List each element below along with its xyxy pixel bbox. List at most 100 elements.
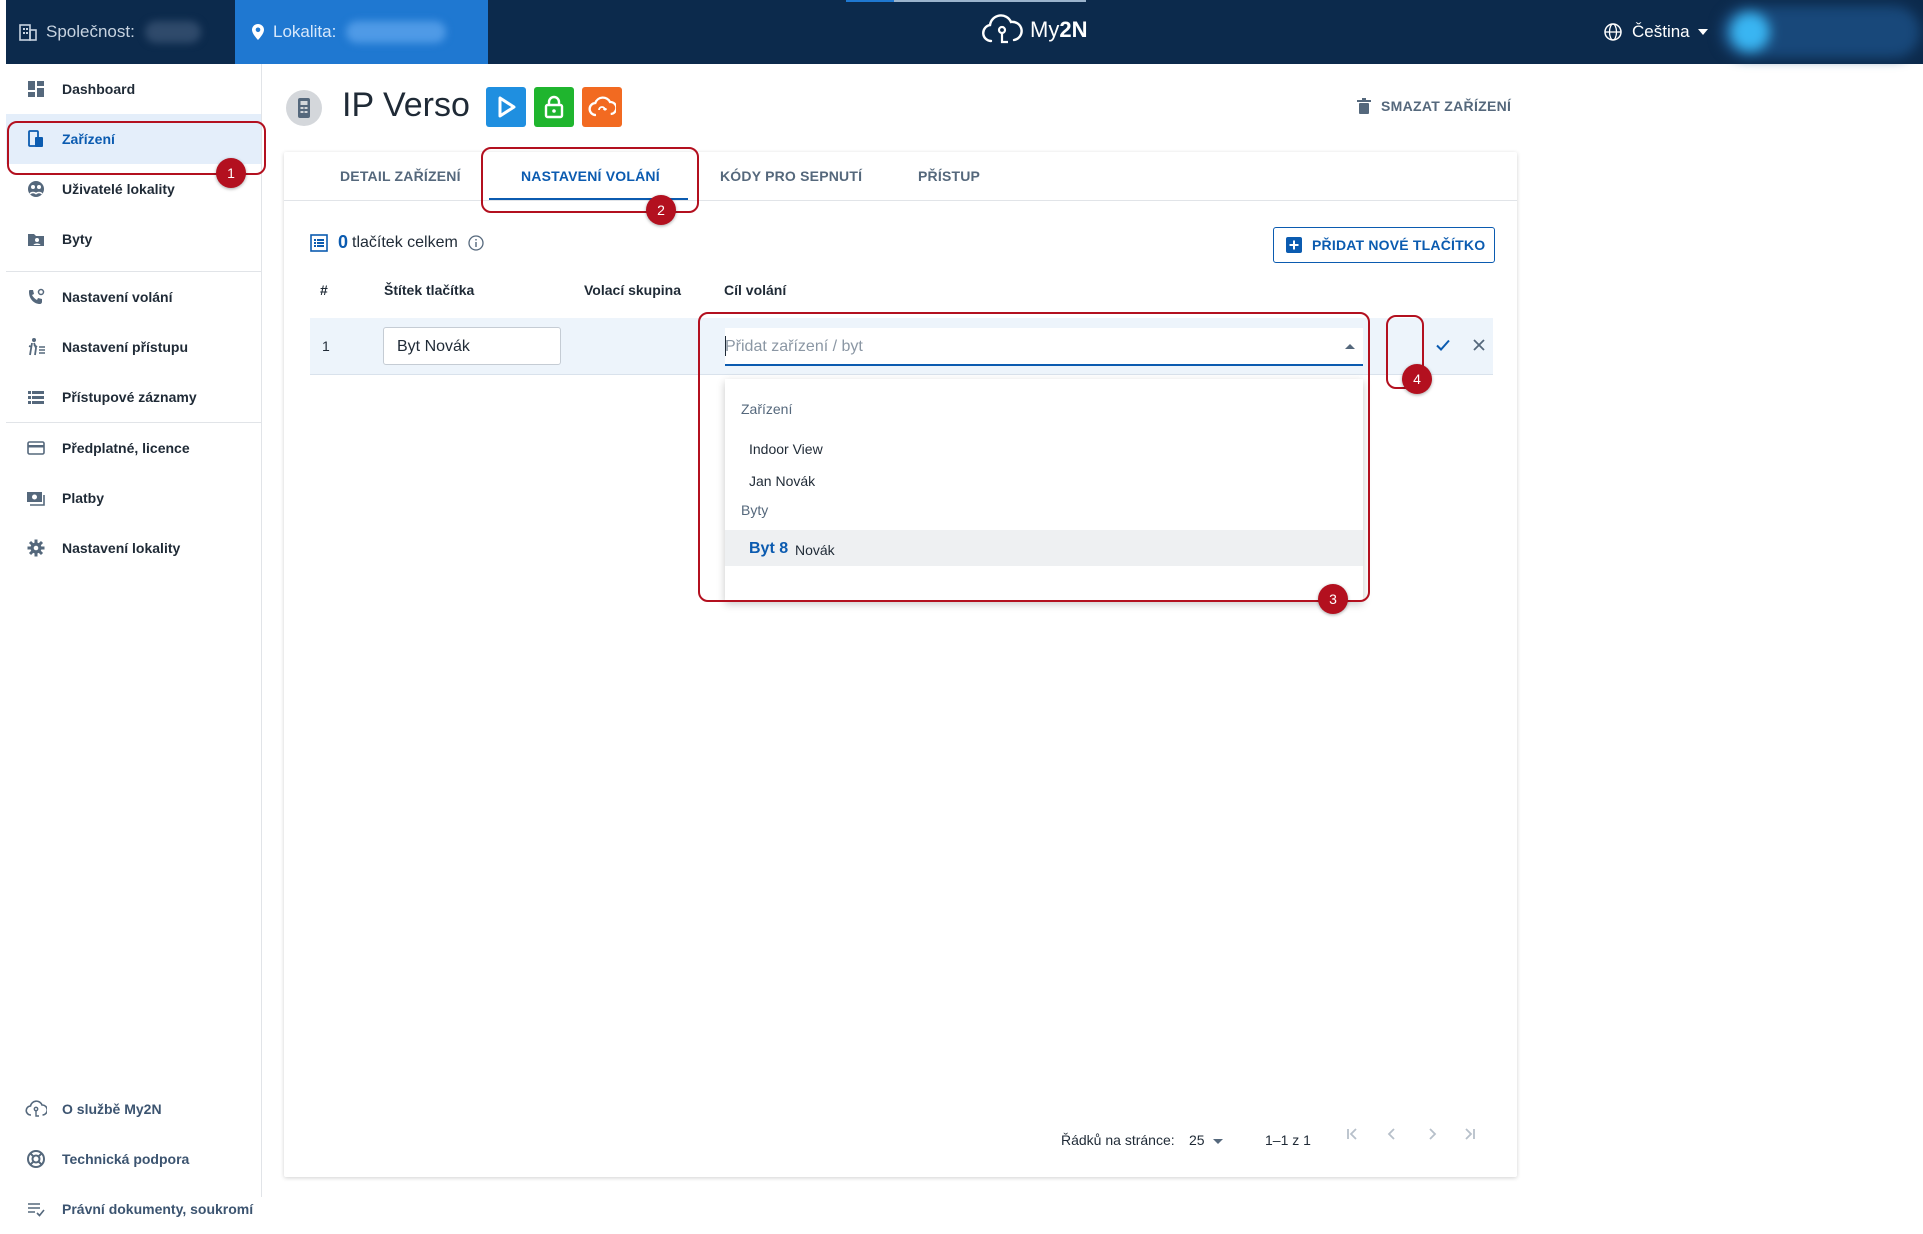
sidebar-item-label: Nastavení volání xyxy=(62,289,173,305)
access-service-badge[interactable] xyxy=(534,87,574,127)
sidebar-footer-support[interactable]: Technická podpora xyxy=(6,1134,261,1184)
doc-list-icon xyxy=(24,1197,48,1221)
dashboard-icon xyxy=(24,77,48,101)
play-icon xyxy=(498,96,516,118)
sidebar-item-label: Dashboard xyxy=(62,81,136,97)
page-title: IP Verso xyxy=(342,86,470,124)
location-pin-icon xyxy=(252,24,264,40)
apartments-icon xyxy=(24,227,48,251)
col-header-number: # xyxy=(320,282,328,298)
logo-text-2n: 2N xyxy=(1059,17,1088,42)
rows-per-page-select[interactable]: 25 xyxy=(1189,1132,1223,1148)
info-icon[interactable] xyxy=(468,234,484,251)
pagination-range: 1–1 z 1 xyxy=(1265,1132,1311,1148)
col-header-call-target: Cíl volání xyxy=(724,282,787,298)
sidebar-item-label: Byty xyxy=(62,231,93,247)
top-bar-edge xyxy=(0,0,6,64)
logo-text-my: My xyxy=(1030,17,1060,42)
intercom-device-icon xyxy=(286,90,322,126)
avatar xyxy=(1730,12,1770,52)
sidebar-item-access-settings[interactable]: Nastavení přístupu xyxy=(6,322,261,372)
top-progress-line xyxy=(846,0,1086,2)
dropdown-option-apartment[interactable]: Byt 8 Novák xyxy=(725,530,1363,566)
confirm-check-icon[interactable] xyxy=(1434,336,1452,354)
text-cursor xyxy=(725,336,726,356)
rows-per-page-label: Řádků na stránce: xyxy=(1061,1132,1175,1148)
button-label-input[interactable]: Byt Novák xyxy=(383,327,561,365)
call-target-input[interactable]: Přidat zařízení / byt xyxy=(725,328,1363,366)
location-label: Lokalita: xyxy=(273,22,337,41)
globe-icon xyxy=(1604,23,1622,41)
sidebar-footer-label: Právní dokumenty, soukromí xyxy=(62,1201,254,1217)
top-bar: Společnost: Lokalita: My 2N Čeština xyxy=(0,0,1923,64)
trash-icon xyxy=(1357,98,1371,114)
dropdown-group-devices: Zařízení xyxy=(741,401,793,417)
sidebar-footer-legal[interactable]: Právní dokumenty, soukromí xyxy=(6,1184,261,1234)
col-header-call-group: Volací skupina xyxy=(584,282,681,298)
cloud-service-badge[interactable] xyxy=(582,87,622,127)
sidebar-footer-label: Technická podpora xyxy=(62,1151,190,1167)
lock-icon xyxy=(544,95,564,119)
tab-call-settings[interactable]: NASTAVENÍ VOLÁNÍ xyxy=(521,152,660,200)
next-page-icon[interactable] xyxy=(1422,1124,1442,1144)
add-new-button-label: PŘIDAT NOVÉ TLAČÍTKO xyxy=(1312,237,1486,253)
call-target-placeholder: Přidat zařízení / byt xyxy=(725,338,863,355)
sidebar-item-devices[interactable]: Zařízení xyxy=(6,114,261,164)
first-page-icon[interactable] xyxy=(1342,1124,1362,1144)
sidebar-item-subscription[interactable]: Předplatné, licence xyxy=(6,423,261,473)
tab-access[interactable]: PŘÍSTUP xyxy=(918,152,980,200)
content-card: DETAIL ZAŘÍZENÍ NASTAVENÍ VOLÁNÍ KÓDY PR… xyxy=(284,152,1517,1177)
my2n-logo[interactable]: My 2N xyxy=(980,14,1087,46)
list-icon xyxy=(24,385,48,409)
building-icon xyxy=(19,24,37,41)
tab-switch-codes[interactable]: KÓDY PRO SEPNUTÍ xyxy=(720,152,862,200)
tab-bar: DETAIL ZAŘÍZENÍ NASTAVENÍ VOLÁNÍ KÓDY PR… xyxy=(284,152,1517,201)
cancel-close-icon[interactable] xyxy=(1470,336,1488,354)
annotation-badge-3: 3 xyxy=(1318,584,1348,614)
buttons-count: 0 tlačítek celkem xyxy=(310,232,484,253)
row-number: 1 xyxy=(322,338,330,354)
location-selector[interactable]: Lokalita: xyxy=(235,0,488,64)
payment-icon xyxy=(24,486,48,510)
language-selector[interactable]: Čeština xyxy=(1603,0,1708,64)
dropdown-arrow-icon[interactable] xyxy=(1345,344,1355,349)
sidebar-item-call-settings[interactable]: Nastavení volání xyxy=(6,272,261,322)
access-icon xyxy=(24,335,48,359)
dropdown-option-device[interactable]: Jan Novák xyxy=(749,473,815,489)
annotation-badge-2: 2 xyxy=(646,195,676,225)
lifebuoy-icon xyxy=(24,1147,48,1171)
gear-icon xyxy=(24,536,48,560)
sidebar-item-label: Přístupové záznamy xyxy=(62,389,197,405)
sidebar-item-payments[interactable]: Platby xyxy=(6,473,261,523)
rows-per-page-value: 25 xyxy=(1189,1132,1205,1148)
company-selector[interactable]: Společnost: xyxy=(18,0,201,64)
sidebar-footer-about[interactable]: O službě My2N xyxy=(6,1084,261,1134)
user-menu-redacted[interactable] xyxy=(1720,6,1920,58)
dropdown-option-device[interactable]: Indoor View xyxy=(749,441,823,457)
cloud-sync-icon xyxy=(588,96,616,117)
prev-page-icon[interactable] xyxy=(1382,1124,1402,1144)
add-new-button[interactable]: PŘIDAT NOVÉ TLAČÍTKO xyxy=(1273,227,1495,263)
buttons-count-text: tlačítek celkem xyxy=(352,233,458,251)
chevron-down-icon xyxy=(1212,1138,1223,1144)
list-view-icon xyxy=(310,233,328,252)
video-service-badge[interactable] xyxy=(486,87,526,127)
sidebar-item-label: Nastavení přístupu xyxy=(62,339,189,355)
last-page-icon[interactable] xyxy=(1460,1124,1480,1144)
delete-device-button[interactable]: SMAZAT ZAŘÍZENÍ xyxy=(1357,98,1511,114)
sidebar-item-dashboard[interactable]: Dashboard xyxy=(6,64,261,114)
apartment-name: Byt 8 xyxy=(749,540,789,557)
company-name-redacted xyxy=(144,21,201,43)
tab-device-detail[interactable]: DETAIL ZAŘÍZENÍ xyxy=(340,152,461,200)
delete-device-label: SMAZAT ZAŘÍZENÍ xyxy=(1381,98,1512,114)
table-row: 1 Byt Novák Přidat zařízení / byt xyxy=(310,318,1493,375)
chevron-down-icon xyxy=(1697,29,1708,35)
sidebar-item-apartments[interactable]: Byty xyxy=(6,214,261,264)
sidebar-item-site-settings[interactable]: Nastavení lokality xyxy=(6,523,261,573)
phone-settings-icon xyxy=(24,285,48,309)
sidebar-item-access-logs[interactable]: Přístupové záznamy xyxy=(6,372,261,422)
sidebar-item-label: Platby xyxy=(62,490,105,506)
sidebar: Dashboard Zařízení Uživatelé lokality By… xyxy=(6,64,262,1217)
col-header-button-label: Štítek tlačítka xyxy=(384,282,475,298)
plus-box-icon xyxy=(1286,237,1302,253)
